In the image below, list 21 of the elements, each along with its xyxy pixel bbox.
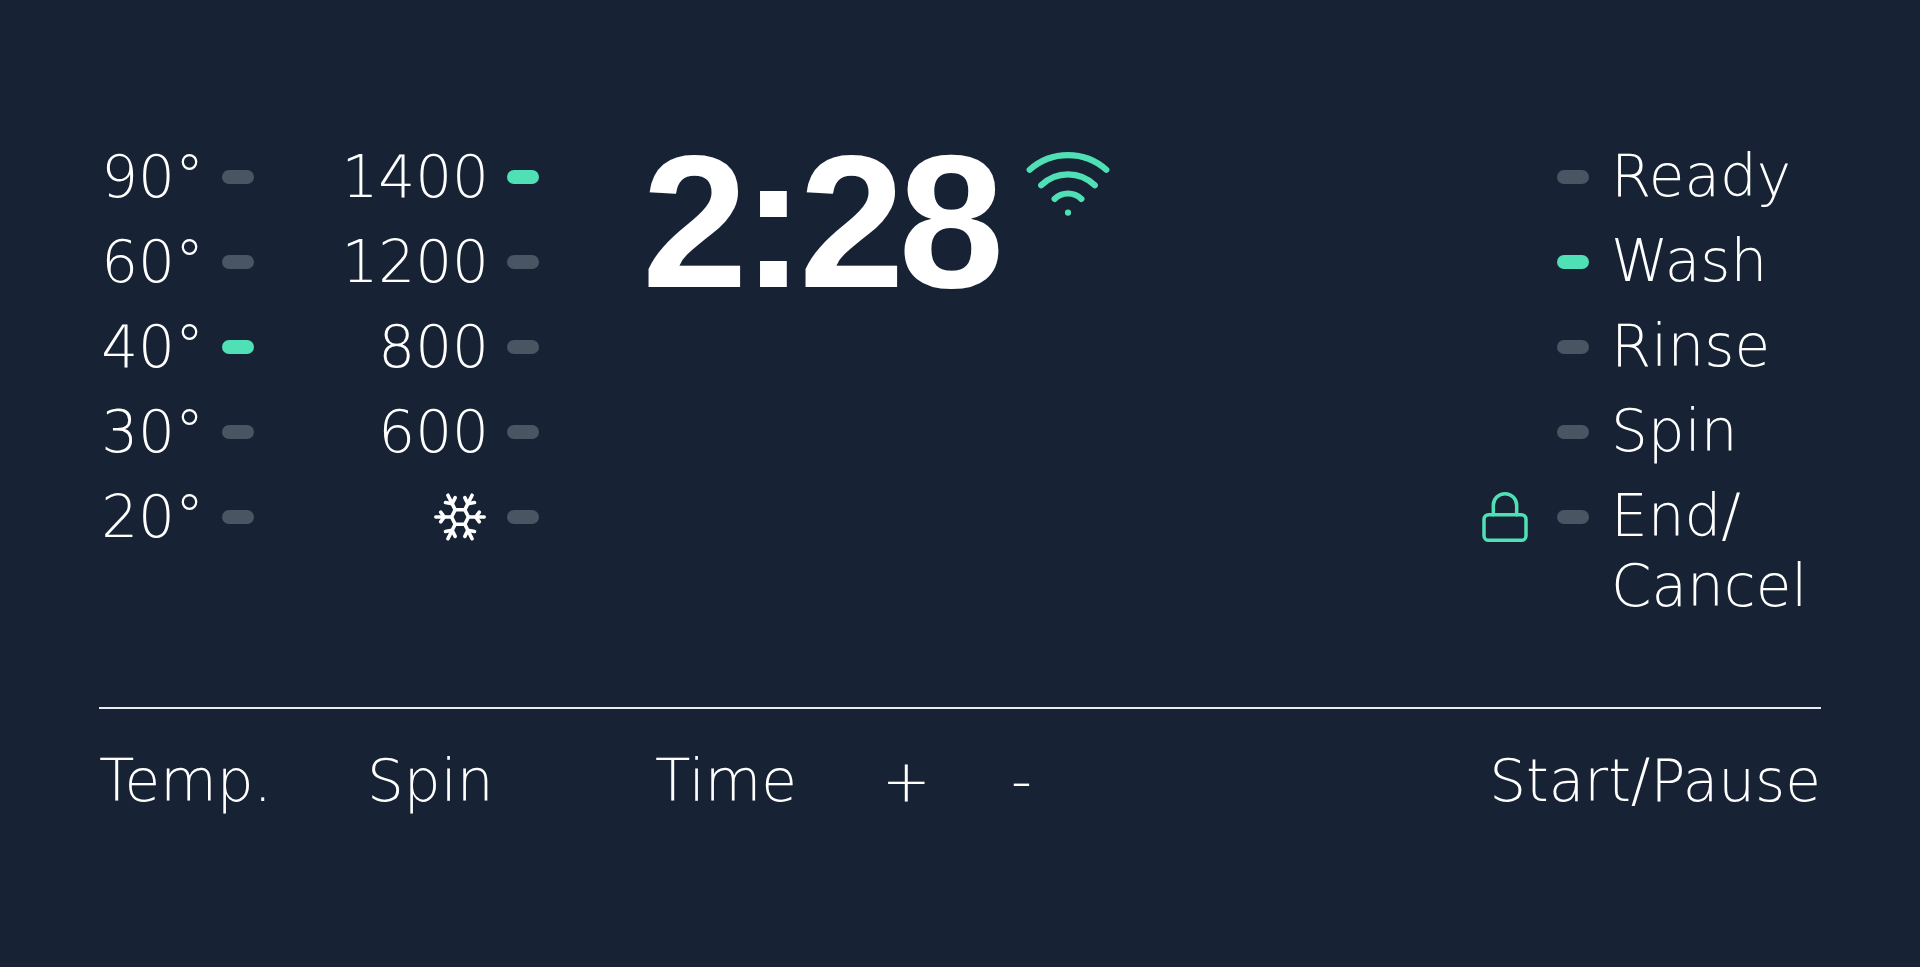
status-label: Wash <box>1611 226 1769 296</box>
panel-button[interactable]: Start/Pause <box>1489 747 1821 815</box>
panel-button[interactable]: - <box>1011 747 1032 815</box>
temperature-label: 30° <box>100 397 204 466</box>
time-display: 2:28 <box>642 126 999 316</box>
temperature-label: 40° <box>100 312 204 381</box>
spin-speed-label: 800 <box>377 312 489 381</box>
spin-speed-label: 600 <box>377 397 489 466</box>
panel-button[interactable]: Spin <box>367 747 494 815</box>
temperature-label: 20° <box>100 482 204 551</box>
spin-speed-label: 1400 <box>340 142 489 211</box>
panel-button[interactable]: Time <box>655 747 797 815</box>
status-label: Rinse <box>1611 311 1772 381</box>
panel-button[interactable]: + <box>882 747 931 815</box>
panel-button[interactable]: Temp. <box>99 747 272 815</box>
status-label: End/ Cancel <box>1611 481 1809 621</box>
status-label: Ready <box>1611 141 1793 211</box>
spin-speed-label: 1200 <box>340 227 489 296</box>
temperature-label: 60° <box>100 227 204 296</box>
temperature-label: 90° <box>100 142 204 211</box>
status-label: Spin <box>1611 396 1739 466</box>
